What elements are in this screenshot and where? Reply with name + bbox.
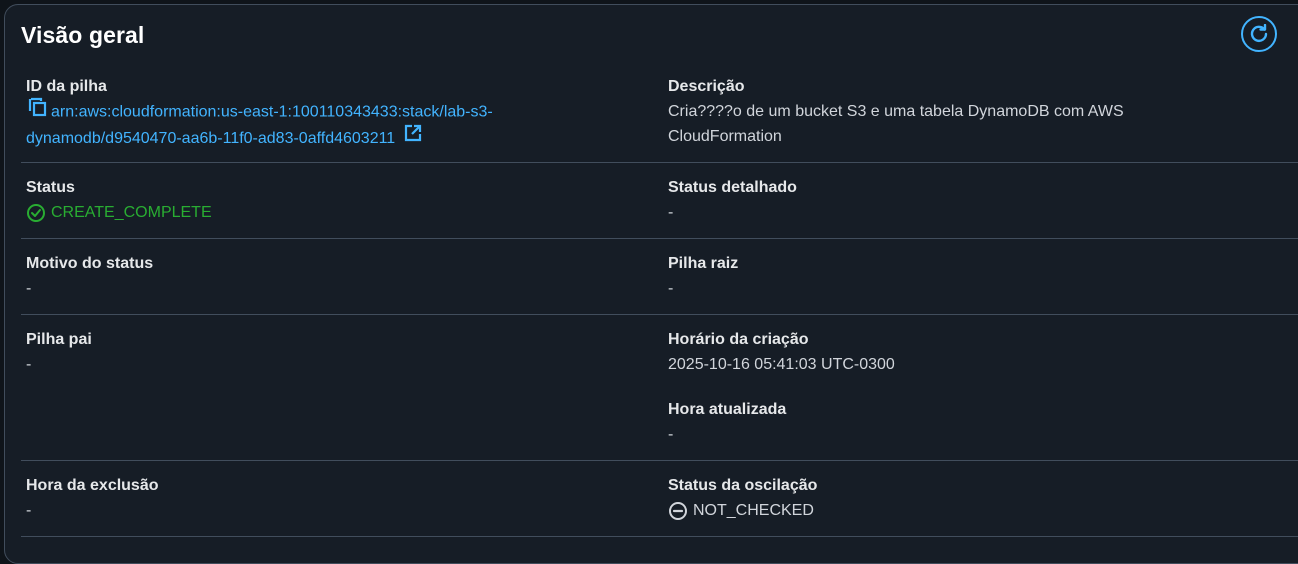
- description-line2: CloudFormation: [668, 128, 782, 145]
- row-divider: [21, 314, 1298, 315]
- updated-time-label: Hora atualizada: [668, 401, 787, 418]
- row-divider: [21, 536, 1298, 537]
- description-value: Cria????o de um bucket S3 e uma tabela D…: [668, 99, 1228, 149]
- creation-time-value: 2025-10-16 05:41:03 UTC-0300: [668, 356, 895, 373]
- status-label: Status: [26, 179, 75, 196]
- success-check-icon: [27, 204, 45, 222]
- row-divider: [21, 238, 1298, 239]
- creation-time-label: Horário da criação: [668, 331, 809, 348]
- description-label: Descrição: [668, 78, 745, 95]
- status-text: CREATE_COMPLETE: [51, 204, 212, 221]
- parent-stack-label: Pilha pai: [26, 331, 92, 348]
- drift-status-label: Status da oscilação: [668, 477, 818, 494]
- drift-status-value: NOT_CHECKED: [668, 501, 814, 521]
- overview-panel: [4, 4, 1298, 564]
- deletion-time-value: -: [26, 502, 32, 519]
- stack-arn-link-line1[interactable]: arn:aws:cloudformation:us-east-1:1001103…: [51, 104, 493, 121]
- description-line1: Cria????o de um bucket S3 e uma tabela D…: [668, 103, 1124, 120]
- refresh-icon: [1250, 24, 1268, 43]
- root-stack-label: Pilha raiz: [668, 255, 739, 272]
- drift-status-text: NOT_CHECKED: [693, 502, 814, 519]
- detailed-status-label: Status detalhado: [668, 179, 797, 196]
- stack-id-label: ID da pilha: [26, 78, 107, 95]
- root-stack-value: -: [668, 280, 674, 297]
- deletion-time-label: Hora da exclusão: [26, 477, 159, 494]
- status-reason-value: -: [26, 280, 32, 297]
- copy-icon[interactable]: [26, 96, 48, 126]
- stack-id-value: arn:aws:cloudformation:us-east-1:1001103…: [26, 96, 493, 151]
- detailed-status-value: -: [668, 204, 674, 221]
- stack-arn-link-line2[interactable]: dynamodb/d9540470-aa6b-11f0-ad83-0affd46…: [26, 130, 395, 147]
- external-link-icon[interactable]: [403, 123, 423, 151]
- parent-stack-value: -: [26, 356, 32, 373]
- row-divider: [21, 162, 1298, 163]
- not-checked-icon: [669, 502, 687, 520]
- refresh-button[interactable]: [1241, 16, 1277, 52]
- status-value: CREATE_COMPLETE: [26, 203, 212, 223]
- row-divider: [21, 460, 1298, 461]
- panel-title: Visão geral: [21, 22, 145, 48]
- updated-time-value: -: [668, 426, 674, 443]
- status-reason-label: Motivo do status: [26, 255, 154, 272]
